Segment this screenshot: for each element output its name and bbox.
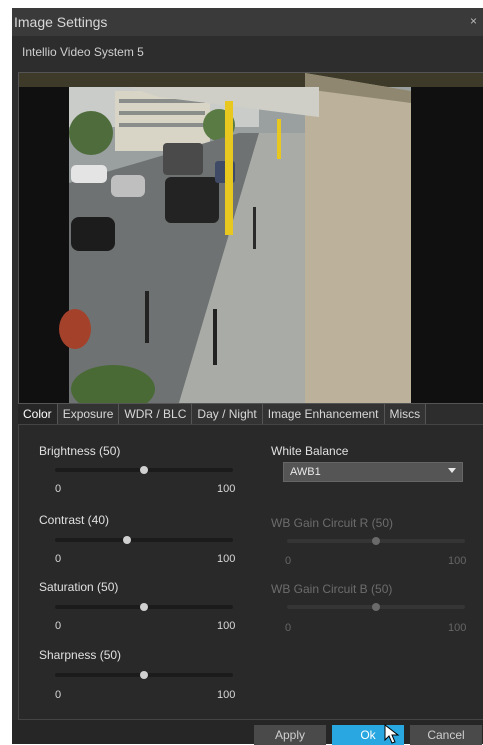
white-balance-selected: AWB1 — [290, 466, 321, 478]
sharpness-min: 0 — [55, 689, 62, 701]
wb-gain-r-label: WB Gain Circuit R (50) — [271, 516, 394, 530]
sharpness-max: 100 — [217, 689, 236, 701]
brightness-label: Brightness (50) — [39, 444, 121, 458]
wb-gain-r-max: 100 — [448, 555, 467, 567]
brightness-min: 0 — [55, 483, 62, 495]
color-settings-panel: Brightness (50) 0 100 Contrast (40) 0 10… — [18, 424, 483, 720]
dialog-title: Image Settings — [14, 14, 108, 30]
apply-button[interactable]: Apply — [254, 725, 326, 745]
sharpness-slider-thumb[interactable] — [140, 671, 148, 679]
tab-day-night[interactable]: Day / Night — [192, 404, 263, 424]
image-settings-dialog: Image Settings × Intellio Video System 5 — [12, 8, 483, 745]
wb-gain-r-slider — [287, 537, 465, 545]
contrast-label: Contrast (40) — [39, 513, 110, 527]
brightness-slider-thumb[interactable] — [140, 466, 148, 474]
wb-gain-r-slider-thumb — [372, 537, 380, 545]
settings-tabs: Color Exposure WDR / BLC Day / Night Ima… — [18, 404, 427, 424]
wb-gain-b-slider-thumb — [372, 603, 380, 611]
brightness-slider[interactable] — [55, 466, 233, 474]
wb-gain-b-slider — [287, 603, 465, 611]
saturation-min: 0 — [55, 620, 62, 632]
saturation-slider[interactable] — [55, 603, 233, 611]
street-scene-image — [19, 73, 483, 403]
mouse-pointer-icon — [384, 724, 400, 744]
wb-gain-b-label: WB Gain Circuit B (50) — [271, 582, 393, 596]
wb-gain-r-min: 0 — [285, 555, 292, 567]
device-name: Intellio Video System 5 — [22, 45, 144, 59]
dialog-footer: Apply Ok Cancel — [12, 720, 483, 745]
camera-preview-image — [18, 72, 483, 404]
tab-exposure[interactable]: Exposure — [57, 404, 120, 424]
title-bar: Image Settings × — [12, 8, 483, 36]
brightness-max: 100 — [217, 483, 236, 495]
wb-gain-b-min: 0 — [285, 622, 292, 634]
contrast-slider-thumb[interactable] — [123, 536, 131, 544]
white-balance-select[interactable]: AWB1 — [283, 462, 463, 482]
saturation-label: Saturation (50) — [39, 580, 119, 594]
tab-color[interactable]: Color — [18, 404, 58, 424]
tab-miscs[interactable]: Miscs — [384, 404, 427, 424]
saturation-max: 100 — [217, 620, 236, 632]
saturation-slider-thumb[interactable] — [140, 603, 148, 611]
tab-wdr-blc[interactable]: WDR / BLC — [119, 404, 193, 424]
chevron-down-icon — [448, 468, 456, 473]
contrast-max: 100 — [217, 553, 236, 565]
sharpness-label: Sharpness (50) — [39, 648, 122, 662]
wb-gain-b-max: 100 — [448, 622, 467, 634]
white-balance-label: White Balance — [271, 444, 349, 458]
close-icon[interactable]: × — [470, 14, 477, 28]
sharpness-slider[interactable] — [55, 671, 233, 679]
contrast-slider[interactable] — [55, 536, 233, 544]
cancel-button[interactable]: Cancel — [410, 725, 482, 745]
contrast-min: 0 — [55, 553, 62, 565]
tab-image-enhancement[interactable]: Image Enhancement — [262, 404, 385, 424]
